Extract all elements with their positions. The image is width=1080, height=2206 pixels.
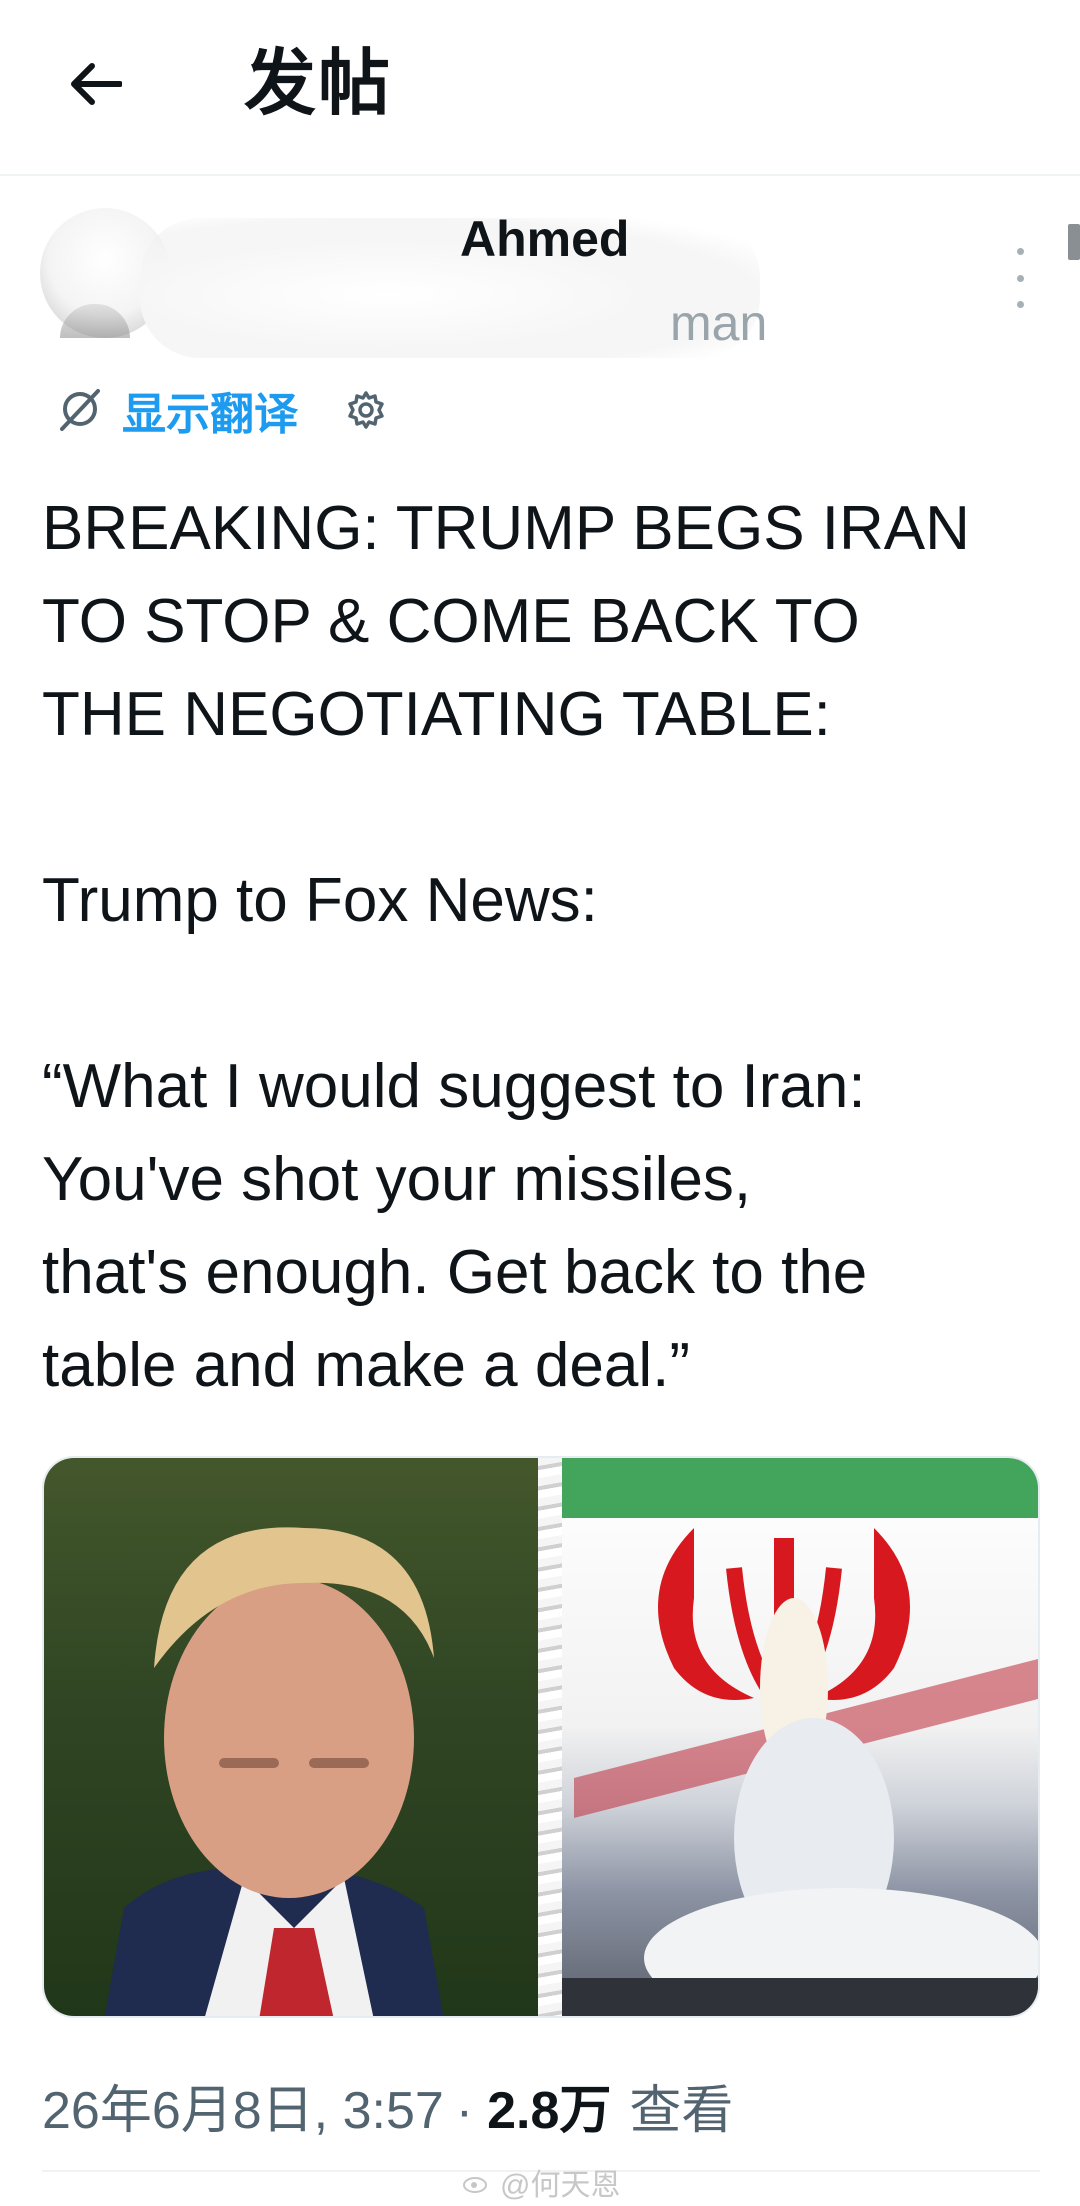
weibo-icon (463, 2177, 487, 2193)
watermark-text: @何天恩 (500, 2169, 621, 2202)
tweet-datetime[interactable]: 26年6月8日, 3:57 (42, 2068, 444, 2143)
redacted-author-blur (140, 218, 760, 358)
translate-row: 显示翻译 (56, 380, 386, 440)
views-label[interactable]: 查看 (629, 2068, 733, 2143)
show-translation-label: 显示翻译 (122, 390, 298, 439)
torn-paper-divider (538, 1458, 562, 2016)
gear-icon (348, 391, 384, 429)
flag-missile-photo (544, 1458, 1038, 2016)
more-options-button[interactable] (1000, 248, 1040, 308)
author-display-name[interactable]: Ahmed (460, 210, 629, 268)
tweet-author: Ahmed man (40, 208, 1040, 358)
back-button[interactable] (56, 44, 136, 124)
scrollbar[interactable] (1068, 224, 1080, 260)
portrait-photo (44, 1458, 554, 2016)
top-bar: 发帖 (0, 0, 1080, 176)
author-handle[interactable]: man (670, 294, 767, 352)
tweet-media-image[interactable] (42, 1456, 1040, 2018)
arrow-left-icon (71, 63, 122, 105)
watermark: @何天恩 (462, 2160, 620, 2204)
page-title: 发帖 (244, 44, 393, 124)
translate-icon (60, 389, 100, 431)
meta-separator: · (455, 2082, 474, 2140)
dot (1016, 248, 1024, 255)
dot (1016, 274, 1024, 282)
views-count[interactable]: 2.8万 (487, 2068, 611, 2143)
translation-settings-button[interactable] (346, 390, 386, 430)
show-translation-button[interactable]: 显示翻译 (56, 378, 298, 442)
tweet-meta: 26年6月8日, 3:57 · 2.8万 查看 (42, 2068, 733, 2143)
tweet-text: BREAKING: TRUMP BEGS IRAN TO STOP & COME… (42, 494, 970, 1400)
dot (1016, 301, 1024, 308)
